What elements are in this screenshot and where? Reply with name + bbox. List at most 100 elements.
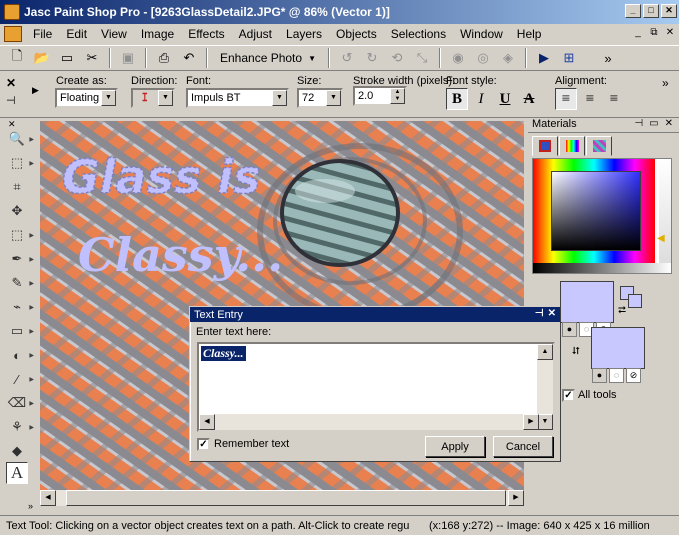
picture-tube-icon[interactable]: ⚘ ▶ xyxy=(6,416,34,438)
create-as-select[interactable]: Floating ▼ xyxy=(55,88,118,108)
expand-options-icon[interactable]: ▶ xyxy=(32,85,39,96)
enhance-photo-button[interactable]: Enhance Photo ▼ xyxy=(214,48,322,68)
text-horizontal-scrollbar[interactable]: ◀ ▶ xyxy=(199,414,539,430)
spinner-icon[interactable]: ▲ ▼ xyxy=(390,88,405,104)
all-tools-checkbox[interactable]: ✓ xyxy=(562,389,575,402)
canvas-text-line1[interactable]: Glass is xyxy=(61,149,261,205)
undo-history-icon[interactable]: ↺ xyxy=(336,47,358,69)
close-button[interactable]: ✕ xyxy=(661,4,677,18)
italic-button[interactable]: I xyxy=(470,88,492,110)
saturation-box[interactable] xyxy=(551,171,641,251)
text-entry-titlebar[interactable]: Text Entry ⊣ ✕ xyxy=(190,307,560,322)
align-center-button[interactable]: ≡ xyxy=(579,88,601,110)
minimize-button[interactable]: _ xyxy=(625,4,641,18)
background-style-icon[interactable]: ● xyxy=(592,368,607,383)
clone-brush-icon[interactable]: ⌁ ▶ xyxy=(6,296,34,318)
swap-materials-icon[interactable]: ⮃ xyxy=(572,346,580,357)
scan-icon[interactable]: ▭ xyxy=(56,47,78,69)
selection-tool-icon[interactable]: ⬚ ▶ xyxy=(6,224,34,246)
text-entry-field[interactable]: Classy... ▲ ▼ ◀ ▶ xyxy=(197,342,555,432)
scroll-left-icon[interactable]: ◀ xyxy=(199,414,215,430)
scroll-left-icon[interactable]: ◀ xyxy=(40,490,56,506)
underline-button[interactable]: U xyxy=(494,88,516,110)
swap-colors-icon[interactable]: ⮂ xyxy=(618,305,626,316)
color-picker[interactable]: ◀ xyxy=(532,158,672,274)
menu-view[interactable]: View xyxy=(94,27,134,41)
grayscale-bar[interactable] xyxy=(533,263,671,273)
maximize-button[interactable]: □ xyxy=(643,4,659,18)
open-file-icon[interactable]: 📂 xyxy=(31,47,53,69)
tab-frame[interactable] xyxy=(532,136,558,156)
toolbox-more-icon[interactable]: » xyxy=(28,501,33,511)
doc-restore-button[interactable]: ⧉ xyxy=(647,27,661,40)
zoom-tool-icon[interactable]: 🔍 ▶ xyxy=(6,128,34,150)
menu-edit[interactable]: Edit xyxy=(59,27,94,41)
menu-window[interactable]: Window xyxy=(453,27,510,41)
remember-text-checkbox[interactable]: ✓ xyxy=(197,438,210,451)
size-select[interactable]: 72 ▼ xyxy=(297,88,343,108)
menu-layers[interactable]: Layers xyxy=(279,27,329,41)
align-right-button[interactable]: ≡ xyxy=(603,88,625,110)
eraser-icon[interactable]: ⌫ ▶ xyxy=(6,392,34,414)
document-icon[interactable] xyxy=(4,26,22,42)
menu-adjust[interactable]: Adjust xyxy=(232,27,279,41)
hue-bar[interactable] xyxy=(659,159,671,263)
foreground-style-icon[interactable]: ● xyxy=(562,322,577,337)
pin-icon[interactable]: ⊣ xyxy=(634,118,643,129)
stroke-width-input[interactable]: 2.0 ▲ ▼ xyxy=(353,86,407,106)
print-icon[interactable]: ⎙ xyxy=(153,47,175,69)
menu-help[interactable]: Help xyxy=(510,27,549,41)
dropper-tool-icon[interactable]: ✒ ▶ xyxy=(6,248,34,270)
resize-icon[interactable]: ⤡ xyxy=(411,47,433,69)
close-icon[interactable]: ✕ xyxy=(665,118,673,129)
menu-effects[interactable]: Effects xyxy=(181,27,231,41)
dodge-brush-icon[interactable]: ◐ ▶ xyxy=(6,344,34,366)
apply-button[interactable]: Apply xyxy=(425,436,485,457)
tab-swatches[interactable] xyxy=(586,136,612,156)
redo-icon[interactable]: ↻ xyxy=(361,47,383,69)
toolbar-more-icon[interactable]: » xyxy=(597,47,619,69)
flood-fill-icon[interactable]: ◆ xyxy=(6,440,28,462)
mini-background-swatch[interactable] xyxy=(628,294,642,308)
direction-select[interactable]: ꕯ ▼ xyxy=(131,88,175,108)
move-tool-icon[interactable]: ✥ xyxy=(6,200,28,222)
scroll-thumb[interactable] xyxy=(66,490,506,506)
scratch-remover-icon[interactable]: ▭ ▶ xyxy=(6,320,34,342)
expand-icon[interactable]: ▭ xyxy=(649,118,658,129)
record-script-icon[interactable]: ⊞ xyxy=(558,47,580,69)
cut-icon[interactable]: ✂ xyxy=(81,47,103,69)
materials-titlebar[interactable]: Materials ⊣ ▭ ✕ xyxy=(528,115,679,133)
play-script-icon[interactable]: ▶ xyxy=(533,47,555,69)
background-swatch[interactable] xyxy=(591,327,645,369)
canvas-text-line2[interactable]: Classy... xyxy=(78,228,283,282)
bg-transparent-icon[interactable]: ⊘ xyxy=(626,368,641,383)
strikethrough-button[interactable]: A xyxy=(518,88,540,110)
rotate-icon[interactable]: ⟲ xyxy=(386,47,408,69)
crop-tool-icon[interactable]: ⌗ xyxy=(6,176,28,198)
smudge-brush-icon[interactable]: ⁄ ▶ xyxy=(6,368,34,390)
scroll-right-icon[interactable]: ▶ xyxy=(508,490,524,506)
align-left-button[interactable]: ≡ xyxy=(555,88,577,110)
layer-icon[interactable]: ◉ xyxy=(447,47,469,69)
new-file-icon[interactable]: 🗋 xyxy=(6,47,28,69)
doc-close-button[interactable]: ✕ xyxy=(663,27,677,40)
menu-file[interactable]: File xyxy=(26,27,59,41)
save-icon[interactable]: ▣ xyxy=(117,47,139,69)
canvas-horizontal-scrollbar[interactable]: ◀ ▶ xyxy=(40,490,524,506)
bold-button[interactable]: B xyxy=(446,88,468,110)
options-more-icon[interactable]: » xyxy=(662,76,669,90)
doc-minimize-button[interactable]: _ xyxy=(631,27,645,40)
text-tool-button[interactable]: A xyxy=(6,462,28,484)
menu-selections[interactable]: Selections xyxy=(384,27,453,41)
pin-icon[interactable]: ⊣ xyxy=(6,94,16,107)
paint-brush-icon[interactable]: ✎ ▶ xyxy=(6,272,34,294)
menu-image[interactable]: Image xyxy=(134,27,181,41)
tab-rainbow[interactable] xyxy=(559,136,585,156)
bg-texture-icon[interactable]: ◌ xyxy=(609,368,624,383)
undo-icon[interactable]: ↶ xyxy=(178,47,200,69)
app-icon[interactable] xyxy=(4,4,20,20)
menu-objects[interactable]: Objects xyxy=(329,27,384,41)
foreground-swatch[interactable] xyxy=(560,281,614,323)
font-select[interactable]: Impuls BT ▼ xyxy=(186,88,289,108)
mask-icon[interactable]: ◎ xyxy=(472,47,494,69)
